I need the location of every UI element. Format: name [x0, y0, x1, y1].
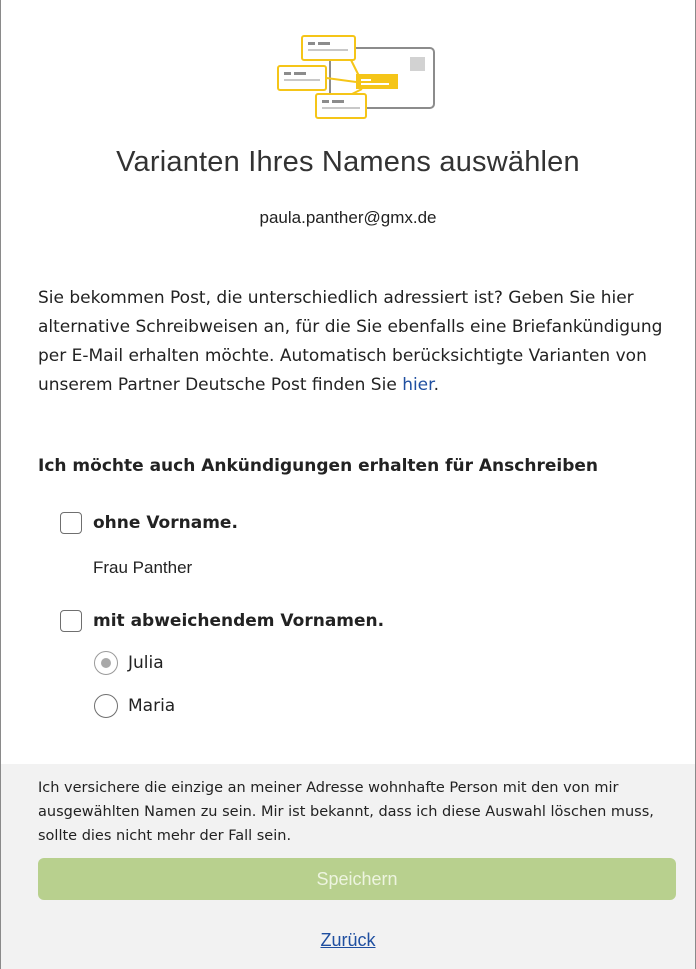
- checkbox-without-first-name-label[interactable]: ohne Vorname.: [93, 513, 238, 533]
- option-different-first-name[interactable]: mit abweichendem Vornamen.: [60, 610, 384, 632]
- save-button[interactable]: Speichern: [38, 858, 676, 900]
- back-link[interactable]: Zurück: [0, 930, 696, 951]
- mail-variants-illustration-icon: [277, 35, 435, 119]
- checkbox-different-first-name-label[interactable]: mit abweichendem Vornamen.: [93, 611, 384, 631]
- intro-body: Sie bekommen Post, die unterschiedlich a…: [38, 288, 663, 395]
- radio-maria[interactable]: [94, 694, 118, 718]
- intro-text: Sie bekommen Post, die unterschiedlich a…: [38, 284, 663, 400]
- section-heading: Ich möchte auch Ankündigungen erhalten f…: [38, 456, 598, 476]
- checkbox-without-first-name[interactable]: [60, 512, 82, 534]
- radio-option-maria[interactable]: Maria: [94, 694, 175, 718]
- intro-suffix: .: [433, 375, 439, 395]
- radio-julia-label[interactable]: Julia: [128, 653, 164, 673]
- page-title: Varianten Ihres Namens auswählen: [116, 146, 580, 178]
- account-email: paula.panther@gmx.de: [259, 208, 437, 227]
- option-without-first-name[interactable]: ohne Vorname.: [60, 512, 238, 534]
- radio-option-julia[interactable]: Julia: [94, 651, 164, 675]
- checkbox-different-first-name[interactable]: [60, 610, 82, 632]
- radio-julia[interactable]: [94, 651, 118, 675]
- example-name: Frau Panther: [93, 558, 193, 577]
- disclaimer-text: Ich versichere die einzige an meiner Adr…: [38, 780, 654, 844]
- hier-link[interactable]: hier: [402, 375, 433, 395]
- radio-maria-label[interactable]: Maria: [128, 696, 175, 716]
